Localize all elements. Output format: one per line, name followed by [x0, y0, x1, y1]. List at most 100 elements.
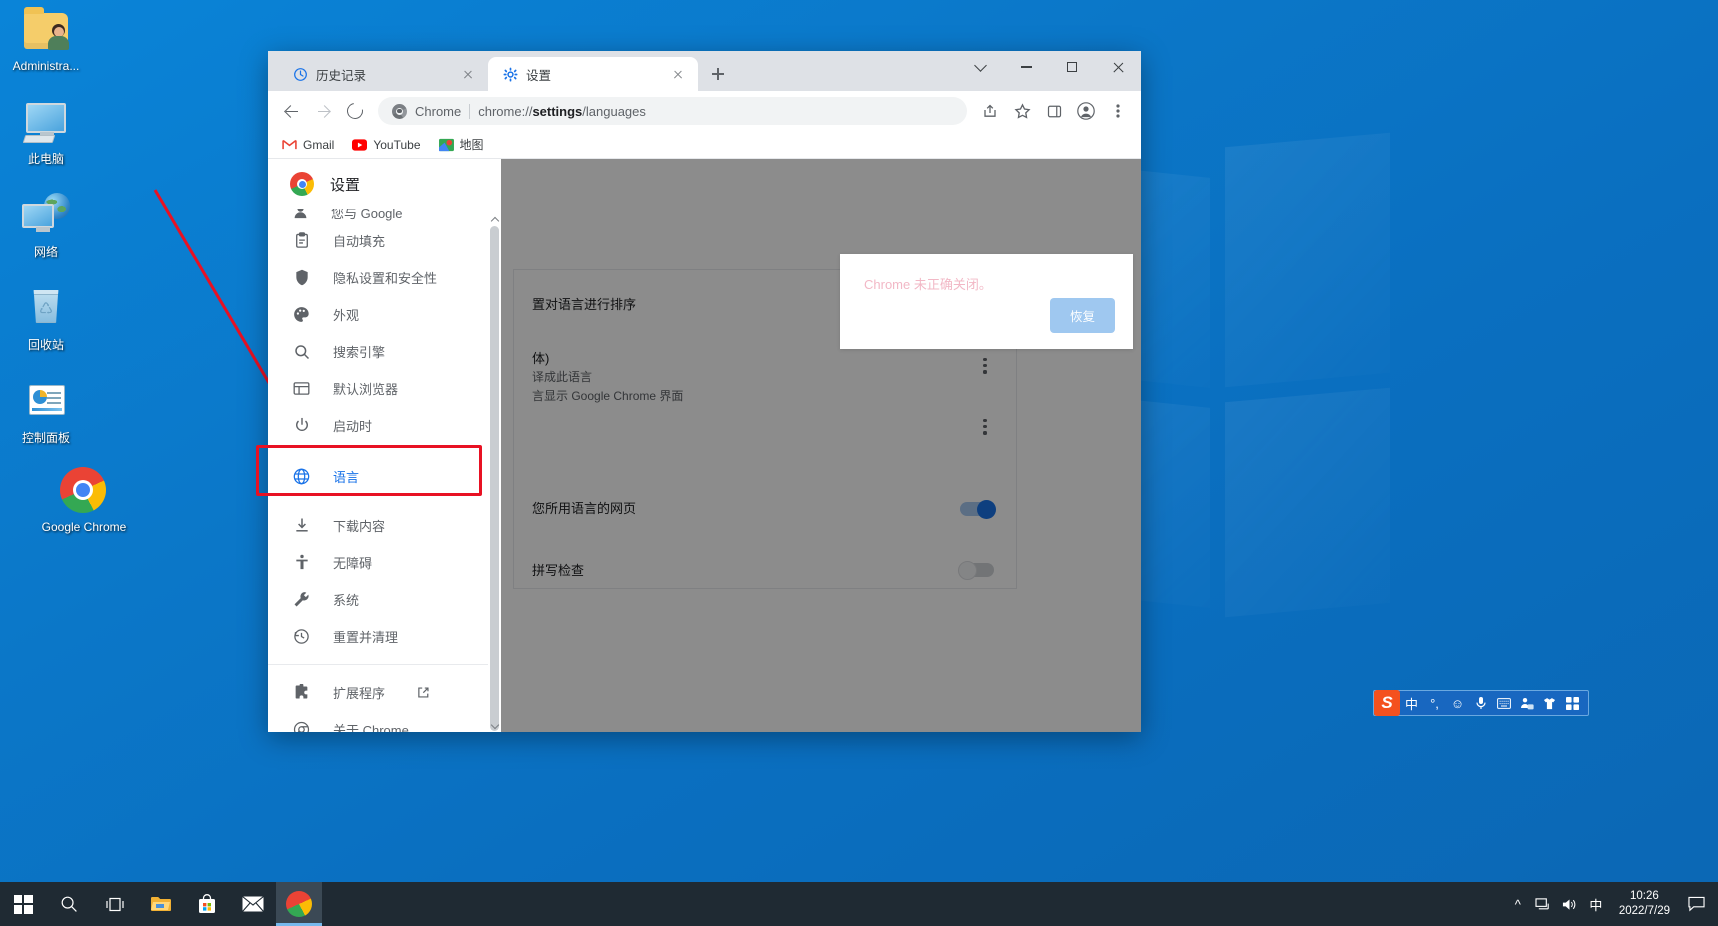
side-panel-icon[interactable] [1039, 96, 1069, 126]
tab-history[interactable]: 历史记录 [278, 57, 488, 91]
sidebar-item-reset-cleanup[interactable]: 重置并清理 [268, 618, 501, 655]
forward-button[interactable] [308, 96, 338, 126]
three-dot-menu-icon[interactable] [1103, 96, 1133, 126]
sidebar-item-search-engine[interactable]: 搜索引擎 [268, 333, 501, 370]
system-tray: ^ 中 10:26 2022/7/29 [1505, 882, 1718, 926]
tab-close-button[interactable] [670, 66, 686, 82]
volume-icon[interactable] [1557, 882, 1583, 926]
taskbar-clock[interactable]: 10:26 2022/7/29 [1609, 889, 1680, 919]
sidebar-item-on-startup[interactable]: 启动时 [268, 407, 501, 444]
desktop-icon-control-panel[interactable]: 控制面板 [0, 378, 92, 445]
tab-settings[interactable]: 设置 [488, 57, 698, 91]
control-panel-icon [22, 378, 70, 426]
chrome-taskbar-button[interactable] [276, 882, 322, 926]
task-view-button[interactable] [92, 882, 138, 926]
sidebar-item-default-browser[interactable]: 默认浏览器 [268, 370, 501, 407]
new-tab-button[interactable] [704, 60, 732, 88]
profile-icon[interactable] [1071, 96, 1101, 126]
skin-icon[interactable] [1538, 690, 1561, 716]
power-icon [292, 416, 311, 435]
scroll-up-arrow[interactable] [488, 214, 501, 226]
tray-overflow-button[interactable]: ^ [1505, 882, 1531, 926]
sidebar-item-label: 默认浏览器 [333, 382, 399, 397]
ime-punctuation-toggle[interactable]: °, [1423, 690, 1446, 716]
smiley-icon[interactable]: ☺ [1446, 690, 1469, 716]
start-button[interactable] [0, 882, 46, 926]
star-icon[interactable] [1007, 96, 1037, 126]
address-bar[interactable]: Chrome chrome://settings/languages [378, 97, 967, 125]
page-title: 设置 [330, 176, 361, 194]
browser-toolbar: Chrome chrome://settings/languages [268, 91, 1141, 131]
restore-button[interactable]: 恢复 [1049, 298, 1115, 333]
settings-content: 置对语言进行排序 体) 译成此语言 言显示 Google Chrome 界面 您… [501, 159, 1141, 732]
sidebar-item-appearance[interactable]: 外观 [268, 296, 501, 333]
desktop-icon-network[interactable]: 网络 [0, 192, 92, 259]
tab-title: 历史记录 [316, 68, 367, 83]
bookmark-label: YouTube [373, 137, 421, 152]
sidebar-item-downloads[interactable]: 下载内容 [268, 507, 501, 544]
sidebar-item-privacy-security[interactable]: 隐私设置和安全性 [268, 259, 501, 296]
modal-overlay[interactable] [501, 159, 1141, 732]
desktop-icon-label: 回收站 [27, 338, 64, 352]
sogou-logo-icon[interactable]: S [1374, 690, 1400, 716]
scroll-down-arrow[interactable] [488, 720, 501, 732]
sidebar-item-label: 语言 [333, 470, 360, 485]
sidebar-item-about-chrome[interactable]: 关于 Chrome [268, 711, 501, 732]
person-icon [292, 209, 309, 222]
sidebar-item-autofill[interactable]: 自动填充 [268, 222, 501, 259]
sidebar-item-system[interactable]: 系统 [268, 581, 501, 618]
sidebar-item-languages[interactable]: 语言 [268, 458, 501, 495]
omnibox-separator [469, 103, 471, 119]
microphone-icon[interactable] [1469, 690, 1492, 716]
window-controls [957, 51, 1141, 83]
bookmark-gmail[interactable]: Gmail [282, 137, 334, 152]
scrollbar-thumb[interactable] [490, 226, 499, 731]
ime-mode-chinese[interactable]: 中 [1400, 690, 1423, 716]
keyboard-icon[interactable] [1492, 690, 1515, 716]
sidebar-divider [268, 664, 501, 665]
tray-ime-indicator[interactable]: 中 [1583, 882, 1609, 926]
desktop-icon-this-pc[interactable]: 此电脑 [0, 99, 92, 166]
sidebar-item-label: 自动填充 [333, 234, 386, 249]
globe-icon [292, 467, 311, 486]
download-icon [292, 516, 311, 535]
user-folder-icon [22, 6, 70, 54]
folder-icon [151, 897, 171, 911]
search-tabs-button[interactable] [957, 51, 1003, 83]
tab-close-button[interactable] [460, 66, 476, 82]
maximize-button[interactable] [1049, 51, 1095, 83]
action-center-button[interactable] [1680, 882, 1712, 926]
microsoft-store-button[interactable] [184, 882, 230, 926]
file-explorer-button[interactable] [138, 882, 184, 926]
close-window-button[interactable] [1095, 51, 1141, 83]
sidebar-item-you-and-google[interactable]: 您与 Google [268, 209, 501, 222]
sidebar-item-label: 系统 [333, 593, 360, 608]
sidebar-item-label: 隐私设置和安全性 [333, 271, 438, 286]
toolbox-icon[interactable] [1515, 690, 1538, 716]
sidebar-item-accessibility[interactable]: 无障碍 [268, 544, 501, 581]
sidebar-item-extensions[interactable]: 扩展程序 [268, 674, 501, 711]
desktop-icon-google-chrome[interactable]: Google Chrome [38, 467, 130, 534]
sidebar-item-label: 关于 Chrome [333, 723, 409, 732]
minimize-button[interactable] [1003, 51, 1049, 83]
share-icon[interactable] [975, 96, 1005, 126]
sidebar-item-label: 无障碍 [333, 556, 373, 571]
desktop-icon-recycle-bin[interactable]: 回收站 [0, 285, 92, 352]
back-button[interactable] [276, 96, 306, 126]
sidebar-item-label: 启动时 [333, 419, 373, 434]
desktop-icon-label: Google Chrome [41, 520, 127, 534]
reload-button[interactable] [340, 96, 370, 126]
shield-icon [292, 268, 311, 287]
network-icon[interactable] [1531, 882, 1557, 926]
youtube-icon [352, 137, 368, 152]
apps-icon[interactable] [1561, 690, 1584, 716]
taskbar-search-button[interactable] [46, 882, 92, 926]
sidebar-item-label: 您与 Google [331, 209, 403, 221]
sidebar-scrollbar[interactable] [488, 214, 501, 732]
desktop-icon-administrator[interactable]: Administra... [0, 6, 92, 73]
bookmark-youtube[interactable]: YouTube [352, 137, 421, 152]
mail-button[interactable] [230, 882, 276, 926]
desktop-icon-label: 控制面板 [21, 431, 70, 445]
bookmark-maps[interactable]: 地图 [438, 136, 484, 153]
chrome-icon [60, 467, 108, 515]
